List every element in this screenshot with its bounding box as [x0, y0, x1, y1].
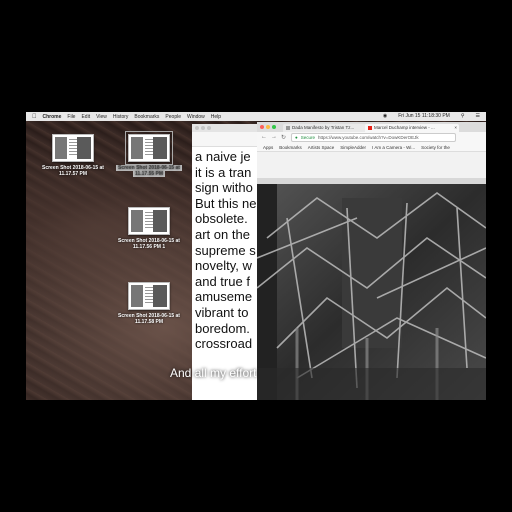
- menu-file[interactable]: File: [67, 114, 75, 120]
- tab-strip: Dada Manifesto by Tristan Tz... × Marcel…: [257, 122, 486, 132]
- text-line: boredom.: [195, 320, 250, 336]
- file-label-line2: 11.17.55 PM: [132, 171, 166, 177]
- menu-edit[interactable]: Edit: [81, 114, 90, 120]
- minimize-button[interactable]: [266, 125, 270, 129]
- screenshot-thumbnail: [128, 282, 170, 310]
- video-subtitle: And all my effort: [170, 366, 257, 380]
- youtube-favicon-icon: [368, 126, 372, 130]
- editor-titlebar[interactable]: [192, 124, 262, 132]
- text-line: amuseme: [195, 289, 253, 305]
- menu-bookmarks[interactable]: Bookmarks: [134, 114, 159, 120]
- toolbar: ← → ↻ ● Secure https://www.youtube.com/w…: [257, 132, 486, 143]
- bookmark-apps[interactable]: Apps: [263, 145, 273, 150]
- tab-label: Dada Manifesto by Tristan Tz...: [292, 125, 355, 130]
- tab-label: Marcel Duchamp interview - ...: [374, 125, 435, 130]
- text-line: vibrant to: [195, 304, 249, 320]
- bookmarks-bar: Apps Bookmarks Artists Space SimpleAdder…: [257, 143, 486, 152]
- desktop-file-icon[interactable]: Screen Shot 2018-06-15 at 11.17.57 PM: [33, 134, 113, 177]
- file-label-line2: 11.17.57 PM: [58, 171, 88, 177]
- menu-help[interactable]: Help: [211, 114, 221, 120]
- bookmark-society[interactable]: Society for the: [421, 145, 450, 150]
- text-line: But this ne: [195, 195, 257, 211]
- desktop-screen:  Chrome File Edit View History Bookmark…: [26, 112, 486, 400]
- zoom-button[interactable]: [207, 126, 211, 130]
- tab-close-icon[interactable]: ×: [454, 124, 457, 132]
- bookmark-i-am-a-camera[interactable]: I Am a Camera - Wi...: [372, 145, 415, 150]
- text-line: sign witho: [195, 180, 253, 196]
- text-line: obsolete.: [195, 211, 248, 227]
- tab-dada-manifesto[interactable]: Dada Manifesto by Tristan Tz... ×: [283, 124, 372, 132]
- search-icon[interactable]: ⚲: [461, 113, 465, 119]
- close-button[interactable]: [195, 126, 199, 130]
- url-text: https://www.youtube.com/watch?v=DowKDerO…: [318, 135, 419, 140]
- minimize-button[interactable]: [201, 126, 205, 130]
- apple-menu-icon[interactable]: : [32, 114, 37, 120]
- chrome-window[interactable]: Dada Manifesto by Tristan Tz... × Marcel…: [257, 122, 486, 400]
- text-line: art on the: [195, 226, 250, 242]
- screenshot-thumbnail: [125, 131, 173, 165]
- screenshot-thumbnail: [128, 207, 170, 235]
- clock[interactable]: Fri Jun 15 11:18:30 PM: [398, 113, 450, 119]
- text-line: novelty, w: [195, 258, 252, 274]
- text-line: crossroad: [195, 336, 253, 352]
- menu-history[interactable]: History: [113, 114, 129, 120]
- file-label-line2: 11.17.58 PM: [134, 319, 164, 325]
- file-label-line2: 11.17.56 PM 1: [132, 244, 166, 250]
- text-line: a naive je: [195, 149, 251, 164]
- address-bar[interactable]: ● Secure https://www.youtube.com/watch?v…: [291, 133, 457, 142]
- bookmark-bookmarks[interactable]: Bookmarks: [279, 145, 302, 150]
- back-icon[interactable]: ←: [261, 134, 267, 141]
- menu-people[interactable]: People: [165, 114, 181, 120]
- desktop-file-icon[interactable]: Screen Shot 2018-06-15 at 11.17.58 PM: [109, 282, 189, 325]
- reload-icon[interactable]: ↻: [281, 134, 286, 141]
- desktop-file-icon[interactable]: Screen Shot 2018-06-15 at 11.17.56 PM 1: [109, 207, 189, 250]
- lock-icon: ●: [295, 135, 298, 140]
- wifi-icon[interactable]: ◉: [383, 113, 387, 119]
- text-line: it is a tran: [195, 164, 252, 180]
- zoom-button[interactable]: [272, 125, 276, 129]
- editor-toolbar[interactable]: [192, 132, 262, 147]
- video-player[interactable]: [257, 178, 486, 400]
- bookmark-artists-space[interactable]: Artists Space: [308, 145, 335, 150]
- tab-duchamp-interview[interactable]: Marcel Duchamp interview - ... ×: [365, 124, 459, 132]
- menu-app-name[interactable]: Chrome: [43, 114, 62, 120]
- secure-label: Secure: [300, 135, 316, 140]
- menu-window[interactable]: Window: [187, 114, 205, 120]
- desktop-file-icon-selected[interactable]: Screen Shot 2018-06-15 at 11.17.55 PM: [109, 131, 189, 177]
- bookmark-simpleadder[interactable]: SimpleAdder: [340, 145, 366, 150]
- forward-icon[interactable]: →: [271, 134, 277, 141]
- screenshot-thumbnail: [52, 134, 94, 162]
- text-editor-window[interactable]: a naive je it is a tran sign witho But t…: [192, 124, 262, 400]
- page-favicon-icon: [286, 126, 290, 130]
- menu-view[interactable]: View: [96, 114, 107, 120]
- close-button[interactable]: [260, 125, 264, 129]
- video-frame-glass-sculpture: [257, 184, 486, 400]
- text-line: supreme s: [195, 242, 256, 258]
- document-text[interactable]: a naive je it is a tran sign witho But t…: [192, 147, 262, 352]
- notification-center-icon[interactable]: ☰: [476, 113, 480, 119]
- menu-bar:  Chrome File Edit View History Bookmark…: [26, 112, 486, 121]
- text-line: and true f: [195, 273, 250, 289]
